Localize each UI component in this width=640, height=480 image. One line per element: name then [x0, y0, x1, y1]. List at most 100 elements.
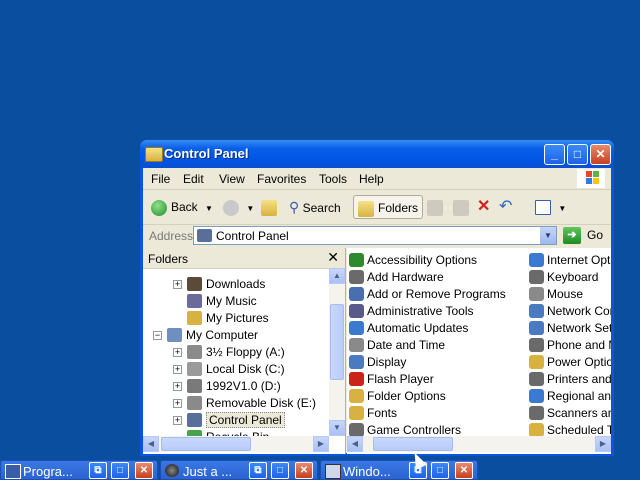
control-panel-item-label: Add or Remove Programs	[367, 287, 506, 301]
task-media[interactable]: Just a ... ⧉ □ ✕	[160, 460, 318, 480]
tree-expander-icon[interactable]: −	[153, 331, 162, 340]
task-media-close-button[interactable]: ✕	[295, 462, 313, 479]
tree-expander-icon[interactable]: +	[173, 382, 182, 391]
forward-button[interactable]: ▼	[223, 195, 254, 219]
menu-help[interactable]: Help	[359, 172, 384, 186]
keyboard-icon	[529, 270, 544, 284]
network-setup-icon	[529, 321, 544, 335]
views-button[interactable]: ▼	[535, 195, 566, 219]
tree-horizontal-scrollbar[interactable]: ◀ ▶	[143, 436, 329, 452]
accessibility-icon	[349, 253, 364, 267]
tree-expander-icon[interactable]: +	[173, 416, 182, 425]
task-program-restore-button[interactable]: ⧉	[89, 462, 107, 479]
program-icon	[5, 464, 21, 479]
folders-button[interactable]: Folders	[353, 195, 424, 219]
updates-icon	[349, 321, 364, 335]
task-media-label: Just a ...	[183, 464, 233, 479]
phone-icon	[529, 338, 544, 352]
scroll-up-icon[interactable]: ▲	[329, 268, 345, 284]
control-panel-item-label: Network Conn	[547, 304, 611, 318]
content-scroll-left-icon[interactable]: ◀	[347, 436, 363, 452]
scroll-right-icon[interactable]: ▶	[313, 436, 329, 452]
maximize-button[interactable]: □	[567, 144, 588, 165]
search-icon: ⚲	[289, 199, 300, 215]
folder-icon	[145, 147, 163, 162]
address-dropdown-icon[interactable]: ▼	[540, 227, 556, 244]
scroll-down-icon[interactable]: ▼	[329, 420, 345, 436]
game-controller-icon	[349, 423, 364, 437]
undo-button[interactable]: ↶	[499, 195, 512, 219]
tree-expander-icon[interactable]: +	[173, 280, 182, 289]
task-program-maximize-button[interactable]: □	[111, 462, 129, 479]
task-windows[interactable]: Windo... ⧉ □ ✕	[320, 460, 478, 480]
downloads-icon	[187, 277, 202, 291]
disk-icon	[187, 362, 202, 376]
views-icon	[535, 200, 551, 216]
task-program[interactable]: Progra... ⧉ □ ✕	[0, 460, 158, 480]
control-panel-item-label: Scanners and	[547, 406, 611, 420]
windows-icon	[325, 464, 341, 479]
title-bar[interactable]: Control Panel _ □ ✕	[140, 140, 614, 168]
tree-expander-icon[interactable]: +	[173, 365, 182, 374]
search-button[interactable]: ⚲ Search	[289, 195, 341, 219]
control-panel-item-label: Internet Optio	[547, 253, 611, 267]
menu-file[interactable]: File	[151, 172, 170, 186]
task-media-maximize-button[interactable]: □	[271, 462, 289, 479]
content-horizontal-scrollbar[interactable]: ◀ ▶	[347, 436, 611, 452]
menu-edit[interactable]: Edit	[183, 172, 204, 186]
tree-expander-icon[interactable]: +	[173, 399, 182, 408]
back-dropdown-icon[interactable]: ▼	[205, 204, 213, 213]
delete-button[interactable]: ✕	[477, 195, 490, 219]
control-panel-item-label: Network Setup	[547, 321, 611, 335]
tree-item-label: My Pictures	[206, 311, 269, 325]
menu-view[interactable]: View	[219, 172, 245, 186]
minimize-button[interactable]: _	[544, 144, 565, 165]
address-label: Address	[149, 229, 194, 243]
copy-to-icon	[453, 199, 469, 216]
go-arrow-icon: ➔	[563, 227, 581, 244]
move-to-button[interactable]	[427, 195, 447, 219]
views-dropdown-icon[interactable]: ▼	[558, 204, 566, 213]
date-time-icon	[349, 338, 364, 352]
tree-hscroll-thumb[interactable]	[161, 437, 251, 451]
close-button[interactable]: ✕	[590, 144, 611, 165]
scroll-left-icon[interactable]: ◀	[143, 436, 159, 452]
forward-dropdown-icon[interactable]: ▼	[246, 204, 254, 213]
task-program-close-button[interactable]: ✕	[135, 462, 153, 479]
task-windows-maximize-button[interactable]: □	[431, 462, 449, 479]
tree-expander-icon[interactable]: +	[173, 348, 182, 357]
folders-pane-header: Folders ✕	[143, 248, 345, 269]
go-button[interactable]: ➔ Go	[563, 226, 609, 245]
task-program-label: Progra...	[23, 464, 73, 479]
task-windows-close-button[interactable]: ✕	[455, 462, 473, 479]
window-title: Control Panel	[164, 146, 249, 161]
add-remove-programs-icon	[349, 287, 364, 301]
printer-icon	[529, 372, 544, 386]
my-music-icon	[187, 294, 202, 308]
up-folder-button[interactable]	[261, 195, 281, 219]
address-value: Control Panel	[216, 229, 289, 243]
removable-disk-icon	[187, 396, 202, 410]
control-panel-item-label: Automatic Updates	[367, 321, 469, 335]
address-field[interactable]: Control Panel ▼	[193, 226, 557, 245]
control-panel-items: Accessibility Options Add Hardware Add or …	[347, 248, 611, 454]
copy-to-button[interactable]	[453, 195, 473, 219]
flash-icon	[349, 372, 364, 386]
folders-label: Folders	[378, 201, 419, 215]
task-windows-label: Windo...	[343, 464, 391, 479]
content-scroll-right-icon[interactable]: ▶	[595, 436, 611, 452]
control-panel-item-label: Mouse	[547, 287, 584, 301]
control-panel-item-label: Scheduled Tas	[547, 423, 611, 437]
menu-favorites[interactable]: Favorites	[257, 172, 306, 186]
control-panel-item-label: Fonts	[367, 406, 398, 420]
back-button[interactable]: Back ▼	[151, 195, 213, 219]
menu-tools[interactable]: Tools	[319, 172, 347, 186]
tree-vertical-scrollbar[interactable]: ▲ ▼	[329, 268, 345, 436]
control-panel-item-label: Administrative Tools	[367, 304, 474, 318]
task-media-restore-button[interactable]: ⧉	[249, 462, 267, 479]
folders-pane-close-icon[interactable]: ✕	[327, 249, 339, 266]
folders-pane: Folders ✕ + Downloads My Music My Pictures −…	[143, 248, 346, 454]
go-label: Go	[587, 228, 604, 242]
content-hscroll-thumb[interactable]	[373, 437, 453, 451]
tree-scroll-thumb[interactable]	[330, 304, 344, 380]
